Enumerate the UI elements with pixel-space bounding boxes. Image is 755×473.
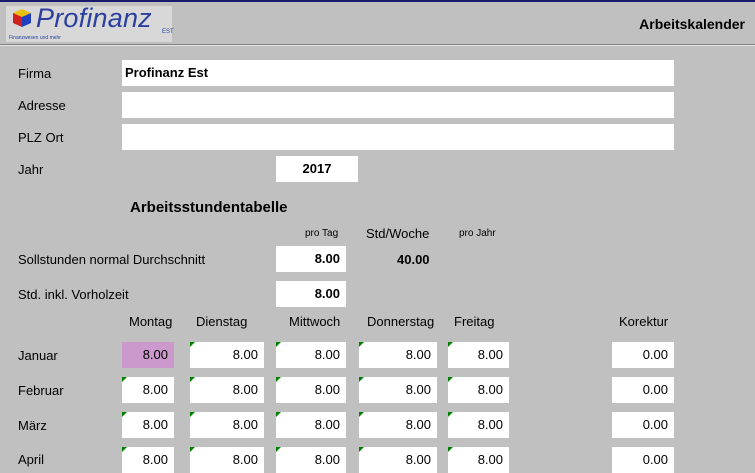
comment-marker-icon <box>276 447 281 452</box>
brand-suffix: EST <box>162 29 174 35</box>
adresse-field[interactable] <box>122 92 674 118</box>
comment-marker-icon <box>359 377 364 382</box>
comment-marker-icon <box>276 412 281 417</box>
month-cell-donnerstag[interactable]: 8.00 <box>359 342 437 368</box>
brand-tagline: Finanzwesen und mehr <box>9 35 61 41</box>
month-cell-montag[interactable]: 8.00 <box>122 342 174 368</box>
month-cell-dienstag[interactable]: 8.00 <box>190 342 264 368</box>
month-label: Februar <box>18 383 64 398</box>
col-header-mittwoch: Mittwoch <box>289 314 341 329</box>
month-cell-dienstag[interactable]: 8.00 <box>190 447 264 473</box>
comment-marker-icon <box>276 342 281 347</box>
month-cell-mittwoch[interactable]: 8.00 <box>276 342 346 368</box>
month-cell-donnerstag[interactable]: 8.00 <box>359 447 437 473</box>
month-label: April <box>18 452 45 467</box>
comment-marker-icon <box>448 412 453 417</box>
col-header-freitag: Freitag <box>454 314 495 329</box>
col-header-donnerstag: Donnerstag <box>367 314 435 329</box>
comment-marker-icon <box>190 412 195 417</box>
vorholzeit-label: Std. inkl. Vorholzeit <box>18 287 129 302</box>
comment-marker-icon <box>190 447 195 452</box>
page-title: Arbeitskalender <box>639 16 745 32</box>
month-cell-freitag[interactable]: 8.00 <box>448 377 509 403</box>
comment-marker-icon <box>276 377 281 382</box>
month-cell-donnerstag[interactable]: 8.00 <box>359 377 437 403</box>
month-cell-dienstag[interactable]: 8.00 <box>190 377 264 403</box>
firma-label: Firma <box>18 66 52 81</box>
month-label: März <box>18 418 47 433</box>
comment-marker-icon <box>190 377 195 382</box>
comment-marker-icon <box>448 447 453 452</box>
month-cell-freitag[interactable]: 8.00 <box>448 412 509 438</box>
std-woche-header: Std/Woche <box>366 226 430 241</box>
month-cell-korrektur[interactable]: 0.00 <box>612 447 674 473</box>
comment-marker-icon <box>448 377 453 382</box>
plz-ort-field[interactable] <box>122 124 674 150</box>
month-cell-mittwoch[interactable]: 8.00 <box>276 447 346 473</box>
col-header-korrektur: Korektur <box>619 314 669 329</box>
firma-field[interactable]: Profinanz Est <box>122 60 674 86</box>
comment-marker-icon <box>448 342 453 347</box>
month-cell-freitag[interactable]: 8.00 <box>448 342 509 368</box>
plz-ort-label: PLZ Ort <box>18 130 64 145</box>
jahr-label: Jahr <box>18 162 44 177</box>
month-cell-montag[interactable]: 8.00 <box>122 412 174 438</box>
month-cell-mittwoch[interactable]: 8.00 <box>276 412 346 438</box>
comment-marker-icon <box>359 412 364 417</box>
std-woche-value: 40.00 <box>397 252 430 267</box>
month-cell-korrektur[interactable]: 0.00 <box>612 412 674 438</box>
comment-marker-icon <box>122 377 127 382</box>
month-cell-montag[interactable]: 8.00 <box>122 377 174 403</box>
month-cell-freitag[interactable]: 8.00 <box>448 447 509 473</box>
month-cell-donnerstag[interactable]: 8.00 <box>359 412 437 438</box>
comment-marker-icon <box>359 447 364 452</box>
col-header-dienstag: Dienstag <box>196 314 248 329</box>
comment-marker-icon <box>122 447 127 452</box>
jahr-field[interactable]: 2017 <box>276 156 358 182</box>
month-label: Januar <box>18 348 58 363</box>
sollstunden-label: Sollstunden normal Durchschnitt <box>18 252 206 267</box>
comment-marker-icon <box>190 342 195 347</box>
profinanz-logo: Profinanz EST Finanzwesen und mehr <box>6 3 174 42</box>
brand-name: Profinanz <box>36 3 152 33</box>
month-cell-dienstag[interactable]: 8.00 <box>190 412 264 438</box>
comment-marker-icon <box>122 412 127 417</box>
header-divider-highlight <box>0 45 755 46</box>
sollstunden-pro-tag-field[interactable]: 8.00 <box>276 246 346 272</box>
comment-marker-icon <box>359 342 364 347</box>
adresse-label: Adresse <box>18 98 66 113</box>
month-cell-mittwoch[interactable]: 8.00 <box>276 377 346 403</box>
pro-tag-header: pro Tag <box>305 228 339 239</box>
cube-logo-icon <box>13 9 31 27</box>
col-header-montag: Montag <box>129 314 173 329</box>
section-title: Arbeitsstundentabelle <box>130 199 288 216</box>
pro-jahr-header: pro Jahr <box>459 228 496 239</box>
month-cell-korrektur[interactable]: 0.00 <box>612 342 674 368</box>
month-cell-montag[interactable]: 8.00 <box>122 447 174 473</box>
vorholzeit-field[interactable]: 8.00 <box>276 281 346 307</box>
month-cell-korrektur[interactable]: 0.00 <box>612 377 674 403</box>
header-bar: Profinanz EST Finanzwesen und mehr Arbei… <box>0 2 755 44</box>
